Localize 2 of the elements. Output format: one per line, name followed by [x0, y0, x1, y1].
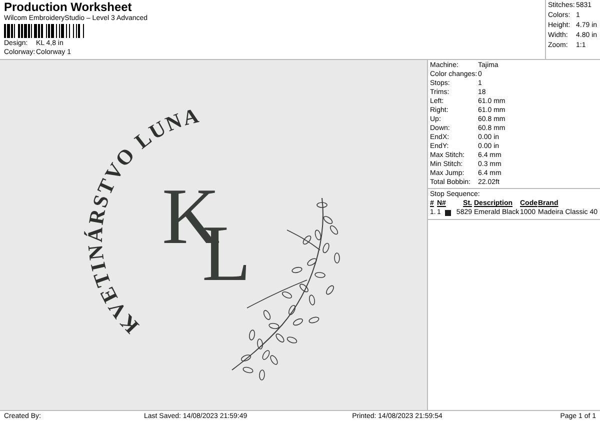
barcode-icon: [4, 24, 86, 38]
worksheet-title: Production Worksheet: [4, 1, 133, 14]
